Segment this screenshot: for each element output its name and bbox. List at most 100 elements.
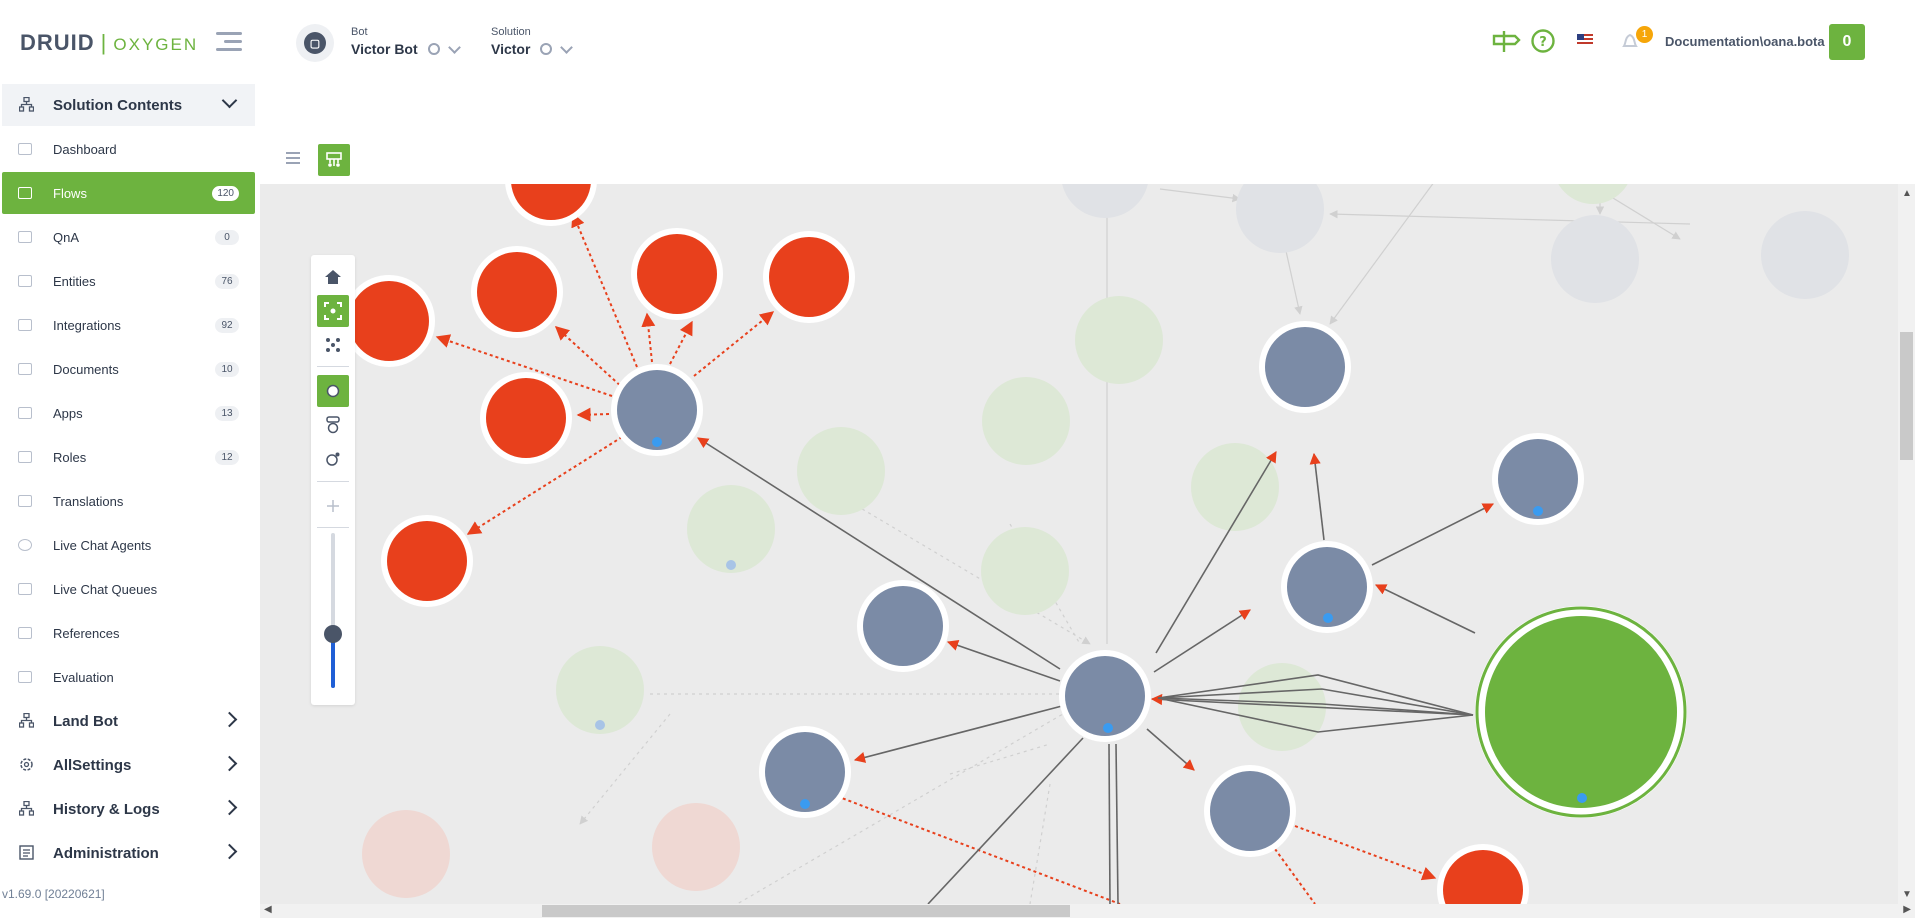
sidebar-item-entities[interactable]: Entities 76 bbox=[2, 260, 255, 302]
scroll-down-icon[interactable]: ▼ bbox=[1902, 889, 1912, 900]
logo-product: OXYGEN bbox=[113, 35, 199, 54]
druid-logo[interactable]: DRUID | OXYGEN bbox=[20, 30, 198, 56]
section-land-bot[interactable]: Land Bot bbox=[2, 700, 255, 742]
book-icon bbox=[18, 231, 32, 243]
scroll-left-icon[interactable]: ◀ bbox=[264, 904, 272, 915]
top-header: DRUID | OXYGEN ▢ Bot Victor Bot Solution V… bbox=[0, 0, 1915, 84]
notifications-badge: 1 bbox=[1636, 26, 1653, 43]
scroll-up-icon[interactable]: ▲ bbox=[1902, 188, 1912, 199]
us-flag-icon[interactable] bbox=[1577, 34, 1593, 46]
score-button[interactable]: 0 bbox=[1829, 24, 1865, 60]
menu-toggle-icon[interactable] bbox=[216, 32, 242, 52]
sidebar-item-label: Flows bbox=[53, 185, 87, 201]
flow-graph[interactable] bbox=[260, 184, 1898, 904]
logo-brand: DRUID bbox=[20, 30, 95, 55]
sitemap-icon bbox=[19, 713, 34, 728]
sidebar-item-label: References bbox=[53, 625, 120, 641]
step-node[interactable] bbox=[477, 252, 557, 332]
list-view-icon[interactable] bbox=[286, 152, 300, 167]
references-icon bbox=[18, 627, 32, 639]
step-node[interactable] bbox=[637, 234, 717, 314]
sidebar-item-label: Evaluation bbox=[53, 669, 114, 685]
horizontal-scrollbar[interactable]: ◀ ▶ bbox=[260, 904, 1915, 918]
vertical-scroll-thumb[interactable] bbox=[1900, 332, 1913, 460]
bot-selector[interactable]: Bot Victor Bot bbox=[351, 26, 461, 57]
sidebar-item-apps[interactable]: Apps 13 bbox=[2, 392, 255, 434]
step-node[interactable] bbox=[349, 281, 429, 361]
signpost-icon[interactable] bbox=[1491, 28, 1521, 54]
section-label: AllSettings bbox=[53, 756, 132, 774]
solution-chevron-down-icon[interactable] bbox=[560, 40, 574, 54]
solution-selector[interactable]: Solution Victor bbox=[491, 26, 574, 57]
circle-layout-icon bbox=[326, 384, 340, 398]
sidebar-item-live-chat-queues[interactable]: Live Chat Queues bbox=[2, 568, 255, 610]
grid-icon bbox=[18, 319, 32, 331]
sidebar-item-evaluation[interactable]: Evaluation bbox=[2, 656, 255, 698]
sidebar-item-label: Apps bbox=[53, 405, 83, 421]
sidebar-item-flows[interactable]: Flows 120 bbox=[2, 172, 255, 214]
home-button[interactable] bbox=[317, 261, 349, 293]
step-nodes[interactable] bbox=[343, 184, 1529, 904]
sidebar-item-dashboard[interactable]: Dashboard bbox=[2, 128, 255, 170]
fit-view-button[interactable] bbox=[317, 295, 349, 327]
gear-icon bbox=[20, 758, 33, 771]
horizontal-scroll-thumb[interactable] bbox=[542, 905, 1070, 917]
step-node[interactable] bbox=[769, 237, 849, 317]
sidebar-item-integrations[interactable]: Integrations 92 bbox=[2, 304, 255, 346]
step-node[interactable] bbox=[486, 378, 566, 458]
solution-gear-icon[interactable] bbox=[540, 43, 553, 55]
user-name[interactable]: Documentation\oana.bota bbox=[1665, 34, 1825, 49]
count-badge: 120 bbox=[212, 186, 239, 201]
root-node[interactable] bbox=[1475, 606, 1687, 818]
section-history-logs[interactable]: History & Logs bbox=[2, 788, 255, 830]
section-label: Administration bbox=[53, 844, 159, 862]
sidebar-item-label: Dashboard bbox=[53, 141, 117, 157]
flow-nodes[interactable] bbox=[611, 321, 1584, 857]
sidebar-item-live-chat-agents[interactable]: Live Chat Agents bbox=[2, 524, 255, 566]
sidebar-item-documents[interactable]: Documents 10 bbox=[2, 348, 255, 390]
count-badge: 76 bbox=[215, 274, 239, 289]
sidebar-item-label: Entities bbox=[53, 273, 96, 289]
orbit-layout-button[interactable] bbox=[317, 443, 349, 475]
flow-node[interactable] bbox=[1265, 327, 1345, 407]
sidebar-item-roles[interactable]: Roles 12 bbox=[2, 436, 255, 478]
section-administration[interactable]: Administration bbox=[2, 832, 255, 874]
solution-name: Victor bbox=[491, 41, 531, 57]
sidebar-item-translations[interactable]: Translations bbox=[2, 480, 255, 522]
flow-node[interactable] bbox=[863, 586, 943, 666]
entities-icon bbox=[18, 275, 32, 287]
vertical-scrollbar[interactable]: ▲ ▼ bbox=[1898, 184, 1915, 904]
toolbox-divider bbox=[317, 481, 349, 482]
graph-toolbar bbox=[260, 140, 1915, 184]
flow-node[interactable] bbox=[1210, 771, 1290, 851]
flow-graph-canvas[interactable] bbox=[260, 184, 1898, 904]
sidebar-item-references[interactable]: References bbox=[2, 612, 255, 654]
scroll-right-icon[interactable]: ▶ bbox=[1903, 904, 1911, 915]
agent-icon bbox=[18, 539, 32, 551]
stack-layout-button[interactable] bbox=[317, 409, 349, 441]
home-icon bbox=[325, 270, 341, 284]
zoom-in-button[interactable] bbox=[317, 490, 349, 522]
scatter-button[interactable] bbox=[317, 329, 349, 361]
count-badge: 92 bbox=[215, 318, 239, 333]
sidebar-item-qna[interactable]: QnA 0 bbox=[2, 216, 255, 258]
section-solution-contents[interactable]: Solution Contents bbox=[2, 84, 255, 126]
help-icon[interactable]: ? bbox=[1530, 28, 1556, 54]
bot-avatar: ▢ bbox=[296, 24, 334, 62]
section-allsettings[interactable]: AllSettings bbox=[2, 744, 255, 786]
bot-gear-icon[interactable] bbox=[427, 43, 440, 55]
count-badge: 0 bbox=[215, 230, 239, 245]
logo-separator: | bbox=[100, 30, 108, 55]
sidebar-item-label: Roles bbox=[53, 449, 87, 465]
svg-text:?: ? bbox=[1539, 35, 1547, 50]
step-node[interactable] bbox=[387, 521, 467, 601]
chevron-right-icon bbox=[221, 755, 238, 772]
bot-chevron-down-icon[interactable] bbox=[447, 40, 461, 54]
chevron-right-icon bbox=[221, 711, 238, 728]
version-label: v1.69.0 [20220621] bbox=[2, 887, 105, 901]
document-icon bbox=[18, 363, 32, 375]
graph-view-button[interactable] bbox=[318, 144, 350, 176]
flows-icon bbox=[18, 187, 32, 199]
circle-layout-button[interactable] bbox=[317, 375, 349, 407]
zoom-slider-handle[interactable] bbox=[324, 625, 342, 643]
